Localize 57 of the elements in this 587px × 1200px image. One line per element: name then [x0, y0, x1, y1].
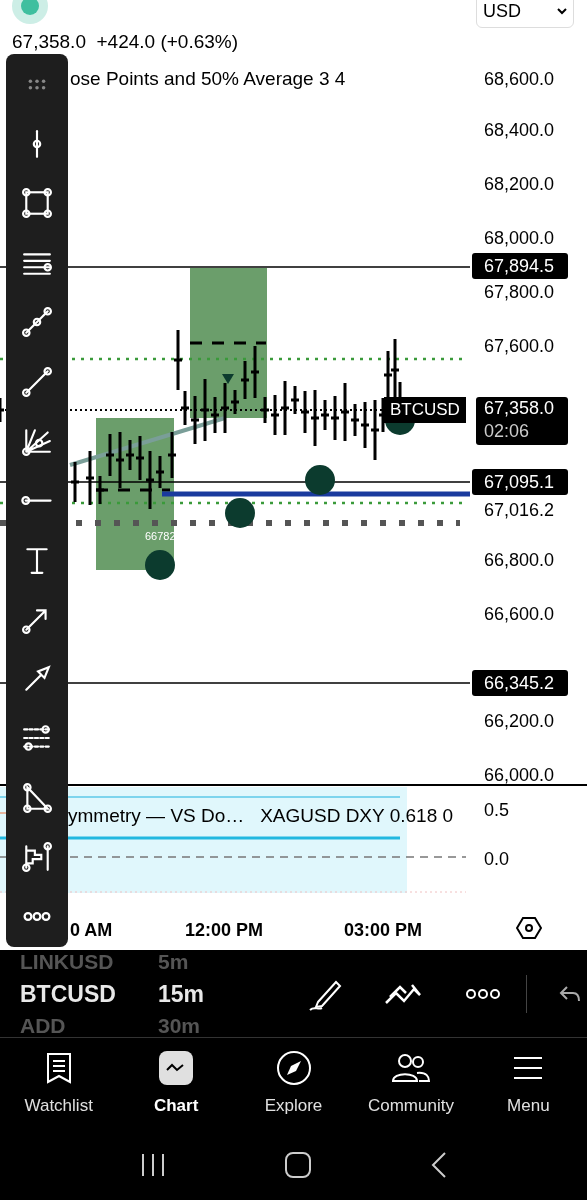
signal-dot [145, 550, 175, 580]
fan-icon [21, 426, 53, 457]
price-label: 67,016.2 [484, 499, 555, 522]
symbol-tag: BTCUSD [384, 397, 466, 423]
time-axis-label: 03:00 PM [344, 919, 423, 942]
price-tag: 67,894.5 [472, 253, 568, 279]
signal-dot [305, 465, 335, 495]
price-change: 67,358.0 +424.0 (+0.63%) [12, 30, 239, 54]
price-axis-label: 68,200.0 [484, 173, 555, 196]
chevron-down-icon [557, 7, 567, 15]
recent-apps-icon[interactable] [139, 1153, 166, 1177]
settings-icon[interactable] [516, 916, 542, 940]
price-axis-label: 67,600.0 [484, 335, 555, 358]
price-axis-label: 68,000.0 [484, 227, 555, 250]
grip-icon [28, 79, 46, 90]
compass-icon [275, 1050, 312, 1087]
people-icon [390, 1052, 431, 1085]
horizontal-line-icon [21, 495, 53, 505]
chart-label: 66782 [145, 529, 176, 544]
ray-line-icon [21, 366, 53, 397]
currency-select[interactable]: USD [476, 0, 574, 28]
more-icon[interactable] [466, 987, 500, 1000]
price-axis-label: 66,800.0 [484, 549, 555, 572]
last-price: 67,358.0 [484, 397, 556, 420]
nav-tab[interactable]: Watchlist [0, 1049, 118, 1119]
symbol-option[interactable]: BTCUSD 15m [20, 973, 290, 1014]
triangle-marker [222, 374, 234, 384]
volume-profile-icon [21, 842, 53, 872]
nav-tab[interactable]: Chart [117, 1049, 235, 1119]
time-axis-label: 0 AM [70, 919, 113, 942]
price-tag: 66,345.2 [472, 670, 568, 696]
rectangle-icon [21, 188, 53, 219]
indicator-axis-label: 0.0 [484, 848, 510, 871]
indicator-axis-label: 0.5 [484, 799, 510, 822]
triangle-icon [21, 782, 53, 813]
channel-icon [21, 723, 53, 754]
price-axis-label: 66,000.0 [484, 764, 555, 787]
back-icon[interactable] [431, 1152, 448, 1178]
indicator-legend: ymmetry — VS Do… XAGUSD DXY 0.618 0 [68, 802, 454, 831]
bookmark-list-icon [44, 1052, 73, 1085]
home-icon[interactable] [285, 1152, 312, 1178]
signal-dot [225, 498, 255, 528]
nav-tab[interactable]: Menu [469, 1049, 587, 1119]
nav-tab[interactable]: Community [352, 1049, 470, 1119]
price-axis-label: 66,200.0 [484, 710, 555, 733]
nav-tab[interactable]: Explore [234, 1049, 353, 1119]
time-axis-label: 12:00 PM [185, 919, 264, 942]
price-axis-label: 68,600.0 [484, 68, 555, 91]
more-icon [23, 911, 51, 921]
indicator-title: ose Points and 50% Average 3 4 [70, 67, 346, 91]
price-axis-label: 67,800.0 [484, 281, 555, 304]
price-axis-label: 66,600.0 [484, 603, 555, 626]
trend-line-icon [21, 307, 53, 338]
price-tag: 67,095.1 [472, 469, 568, 495]
bar-countdown: 02:06 [484, 420, 531, 443]
undo-icon[interactable] [559, 984, 581, 1003]
price-axis-label: 68,400.0 [484, 119, 555, 142]
